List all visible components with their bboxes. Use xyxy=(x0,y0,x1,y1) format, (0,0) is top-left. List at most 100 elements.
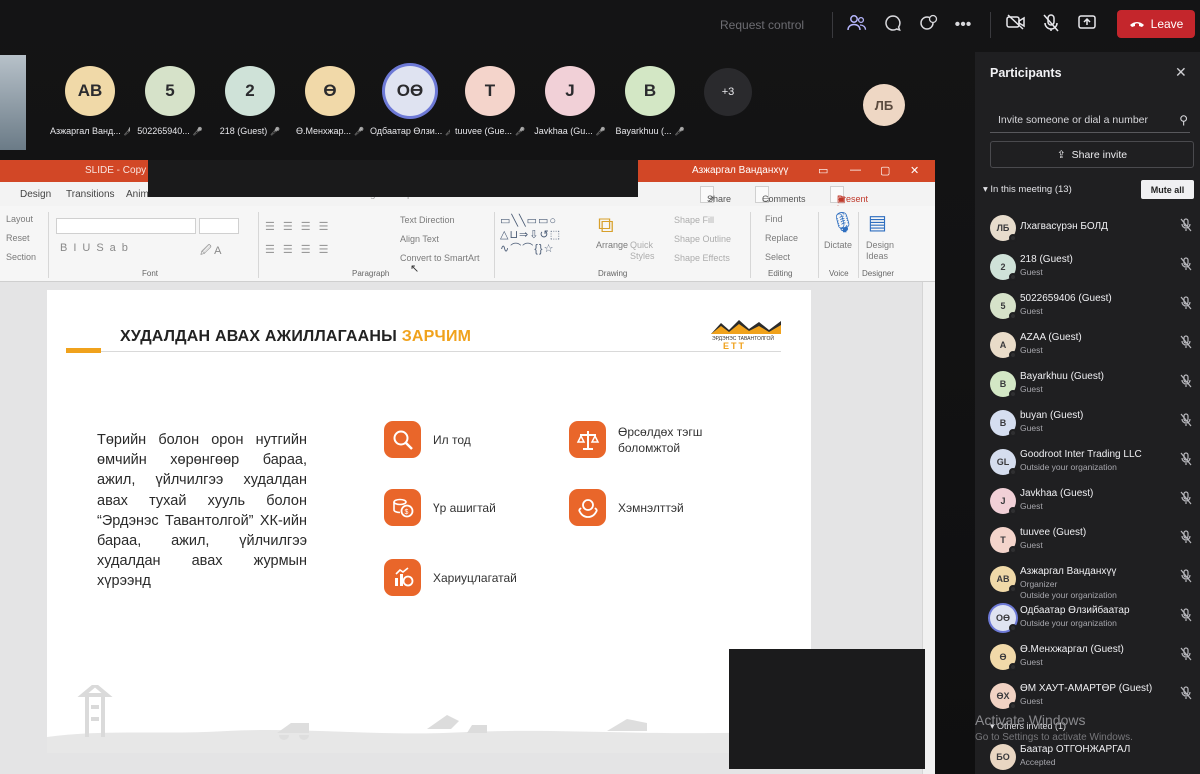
design-ideas-icon[interactable]: ▤ xyxy=(868,210,887,235)
mic-muted-icon[interactable] xyxy=(1180,530,1192,547)
invite-search-input[interactable]: Invite someone or dial a number ⚲ xyxy=(990,109,1190,133)
participant-row[interactable]: B Bayarkhuu (Guest) Guest xyxy=(975,366,1200,404)
mic-muted-icon[interactable] xyxy=(1180,218,1192,235)
more-actions-icon[interactable]: ••• xyxy=(952,14,974,36)
select-button[interactable]: Select xyxy=(765,252,790,262)
mic-muted-icon[interactable] xyxy=(1180,413,1192,430)
invited-participant-row[interactable]: БО Баатар ОТГОНЖАРГАЛ Accepted xyxy=(975,739,1200,774)
list-icons[interactable]: ☰☰☰☰ xyxy=(265,220,336,233)
participant-row[interactable]: Ttuuvee (Guest) Guest xyxy=(975,522,1200,560)
feature-efficiency: $ Үр ашигтай xyxy=(384,489,496,526)
slide[interactable]: ХУДАЛДАН АВАХ АЖИЛЛАГААНЫ ЗАРЧИМ ЭРДЭНЭС… xyxy=(47,290,811,753)
participant-tile[interactable]: 5 502265940... 🎤 xyxy=(130,66,210,136)
teams-meeting-screen: Request control ••• Leave AB Азжаргал Ван… xyxy=(0,0,1200,774)
find-button[interactable]: Find xyxy=(765,214,783,224)
mic-muted-icon[interactable] xyxy=(1180,491,1192,508)
mic-muted-icon[interactable] xyxy=(1180,608,1192,625)
font-format-icons[interactable]: BIUSab xyxy=(60,242,134,254)
participant-row[interactable]: Bbuyan (Guest) Guest xyxy=(975,405,1200,443)
participant-tile[interactable]: B Bayarkhuu (... 🎤 xyxy=(610,66,690,136)
mic-muted-icon[interactable] xyxy=(1180,335,1192,352)
in-meeting-header[interactable]: ▾ In this meeting (13) xyxy=(983,184,1072,195)
minimize-icon[interactable]: — xyxy=(850,164,861,176)
reset-button[interactable]: Reset xyxy=(6,233,30,243)
layout-button[interactable]: Layout xyxy=(6,214,33,224)
close-icon[interactable]: ✕ xyxy=(910,164,919,177)
dictate-button[interactable]: Dictate xyxy=(824,240,852,250)
mic-muted-icon[interactable] xyxy=(1180,647,1192,664)
avatar: J xyxy=(545,66,595,116)
participant-tile-name: Javkhaa (Gu... 🎤 xyxy=(530,126,610,136)
participant-tile[interactable]: AB Азжаргал Ванд... 🎤 xyxy=(50,66,130,136)
mic-muted-icon[interactable] xyxy=(1180,374,1192,391)
presence-dot xyxy=(1009,468,1017,476)
quick-styles-button[interactable]: Quick Styles xyxy=(630,240,660,262)
section-button[interactable]: Section xyxy=(6,252,36,262)
participant-tile[interactable]: Ttuuvee (Gue... 🎤 xyxy=(450,66,530,136)
participant-row[interactable]: A AZAA (Guest) Guest xyxy=(975,327,1200,365)
mute-all-button[interactable]: Mute all xyxy=(1141,180,1194,199)
share-invite-label: Share invite xyxy=(1071,148,1128,161)
participant-role: Guest xyxy=(1020,657,1043,667)
dictate-mic-icon[interactable]: 🎙 xyxy=(830,210,855,235)
participant-tile[interactable]: ОӨ Одбаатар Өлзи...🎤 xyxy=(370,66,450,136)
participant-name: ӨМ ХАУТ-АМАРТӨР (Guest) xyxy=(1020,683,1153,694)
mic-muted-icon[interactable] xyxy=(1180,296,1192,313)
shapes-gallery[interactable]: ▭╲╲▭▭○ △⊔⇒⇩↺⬚ ∿⌒⌒{}☆ xyxy=(500,214,585,258)
participant-row[interactable]: ОӨ Одбаатар Өлзийбаатар Outside your organ… xyxy=(975,600,1200,638)
feature-economy: Хэмнэлттэй xyxy=(569,489,684,526)
participant-row[interactable]: ЛБ Лхагвасүрэн БОЛД xyxy=(975,210,1200,248)
font-size-box[interactable] xyxy=(199,218,239,234)
leave-button[interactable]: Leave xyxy=(1117,10,1195,38)
arrange-icon[interactable]: ⧉ xyxy=(598,212,614,238)
shape-effects-button[interactable]: Shape Effects xyxy=(674,253,730,263)
restore-icon[interactable]: ▢ xyxy=(880,164,890,177)
align-icons[interactable]: ☰☰☰☰ xyxy=(265,243,336,256)
tab-design[interactable]: Design xyxy=(20,189,51,200)
font-name-box[interactable] xyxy=(56,218,196,234)
text-direction-button[interactable]: Text Direction xyxy=(400,215,455,225)
tab-transitions[interactable]: Transitions xyxy=(66,189,115,200)
replace-button[interactable]: Replace xyxy=(765,233,798,243)
arrange-button[interactable]: Arrange xyxy=(596,240,628,250)
present-in-teams-button[interactable]: ▣ Present in Teams xyxy=(830,186,868,224)
share-invite-button[interactable]: ⇪ Share invite xyxy=(990,141,1194,168)
participant-row[interactable]: GL Goodroot Inter Trading LLC Outside your… xyxy=(975,444,1200,482)
ribbon-divider xyxy=(818,212,819,278)
chat-icon[interactable] xyxy=(882,14,904,36)
more-participants-button[interactable]: +3 xyxy=(704,68,752,116)
participant-row[interactable]: J Javkhaa (Guest) Guest xyxy=(975,483,1200,521)
comments-button[interactable]: ▭ Comments xyxy=(755,186,806,204)
shape-fill-button[interactable]: Shape Fill xyxy=(674,215,714,225)
close-panel-icon[interactable]: ✕ xyxy=(1175,64,1187,81)
participant-row[interactable]: Ө Ө.Менхжаргал (Guest) Guest xyxy=(975,639,1200,677)
share-tray-icon[interactable] xyxy=(1076,14,1098,36)
align-text-button[interactable]: Align Text xyxy=(400,234,439,244)
participant-row[interactable]: 5 5022659406 (Guest) Guest xyxy=(975,288,1200,326)
camera-off-icon[interactable] xyxy=(1005,14,1027,36)
mic-muted-icon: 🎤 xyxy=(192,127,203,136)
reactions-icon[interactable] xyxy=(918,14,940,36)
mic-muted-icon[interactable] xyxy=(1180,257,1192,274)
mic-muted-icon[interactable] xyxy=(1180,452,1192,469)
request-control-button[interactable]: Request control xyxy=(720,18,804,32)
design-ideas-button[interactable]: Design Ideas xyxy=(866,240,900,262)
participant-tile[interactable]: 2 218 (Guest) 🎤 xyxy=(210,66,290,136)
participant-tile[interactable]: J Javkhaa (Gu... 🎤 xyxy=(530,66,610,136)
mic-muted-icon[interactable] xyxy=(1180,686,1192,703)
participant-row[interactable]: AB Азжаргал Ванданхүү Organizer Outside yo… xyxy=(975,561,1200,600)
participant-tile[interactable]: Ө Ө.Менхжар... 🎤 xyxy=(290,66,370,136)
mic-off-icon[interactable] xyxy=(1040,14,1062,36)
presence-dot xyxy=(1009,234,1017,242)
ribbon-display-icon[interactable]: ▭ xyxy=(818,164,828,177)
participant-row[interactable]: ӨХ ӨМ ХАУТ-АМАРТӨР (Guest) Guest xyxy=(975,678,1200,716)
participant-name: tuuvee (Guest) xyxy=(1020,527,1087,538)
shape-outline-button[interactable]: Shape Outline xyxy=(674,234,731,244)
participants-icon[interactable] xyxy=(846,14,868,36)
self-video-thumbnail[interactable] xyxy=(0,55,26,150)
font-color-icon[interactable]: 🖉 A xyxy=(200,242,222,261)
mic-muted-icon[interactable] xyxy=(1180,569,1192,586)
share-button[interactable]: ↗ Share xyxy=(700,186,731,204)
participant-row[interactable]: 2 218 (Guest) Guest xyxy=(975,249,1200,287)
active-speaker-avatar[interactable]: ЛБ xyxy=(863,84,905,126)
